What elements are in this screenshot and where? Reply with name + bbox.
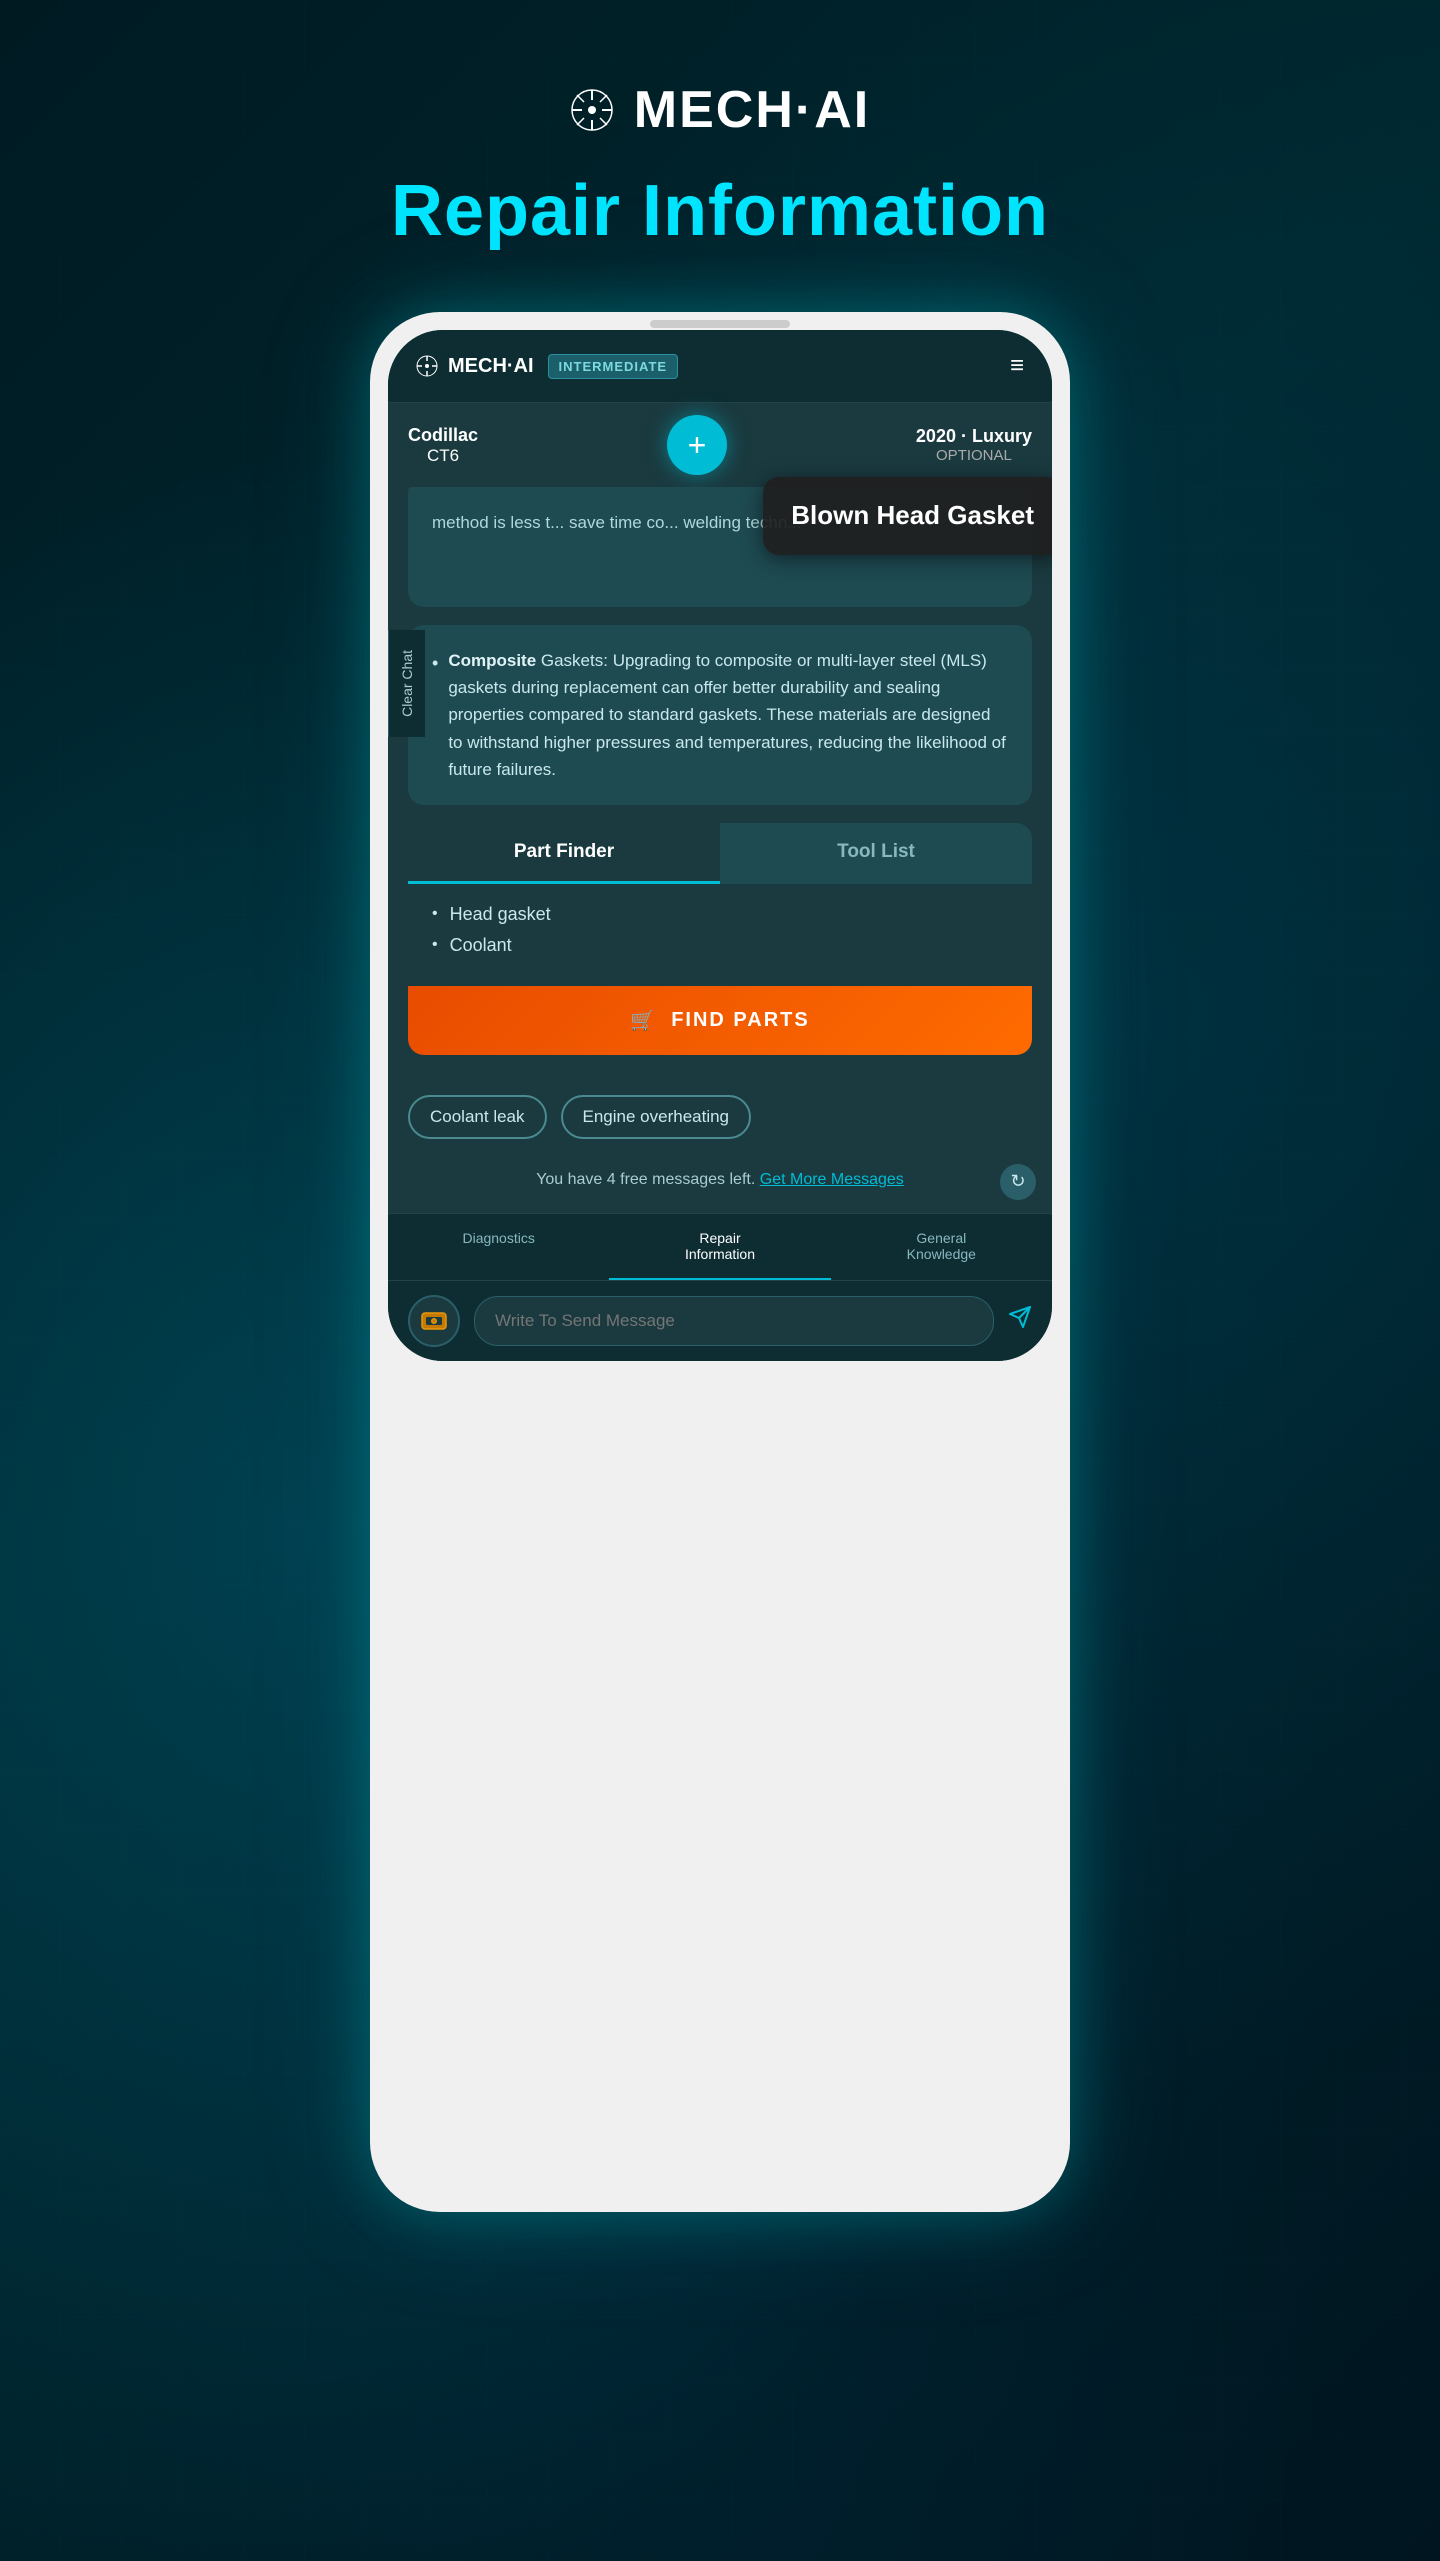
chat-content: method is less t... save time co... weld… (388, 487, 1052, 1095)
nav-repair-information[interactable]: Repair Information (609, 1214, 830, 1280)
part-bullet-1: • (432, 905, 438, 923)
tab-tool-list[interactable]: Tool List (720, 823, 1032, 884)
send-message-button[interactable] (1008, 1305, 1032, 1336)
gaskets-desc: Upgrading to composite or multi-layer st… (448, 651, 1006, 779)
part-name-1: Head gasket (450, 904, 551, 925)
find-parts-label: FIND PARTS (671, 1009, 810, 1032)
part-item-head-gasket: • Head gasket (432, 904, 1008, 925)
suggestion-chips: Coolant leak Engine overheating (388, 1095, 1052, 1155)
send-icon (1008, 1305, 1032, 1329)
logo-icon (570, 88, 614, 132)
nav-diagnostics[interactable]: Diagnostics (388, 1214, 609, 1280)
composite-gaskets-bubble: • Composite Gaskets: Upgrading to compos… (408, 625, 1032, 805)
get-more-messages-link[interactable]: Get More Messages (760, 1171, 904, 1188)
nav-general-label: General Knowledge (839, 1230, 1044, 1262)
composite-gaskets-item: • Composite Gaskets: Upgrading to compos… (432, 647, 1008, 783)
composite-bold: Composite (448, 651, 536, 670)
hamburger-menu-icon[interactable]: ≡ (1010, 352, 1024, 380)
free-messages-row: You have 4 free messages left. Get More … (388, 1155, 1052, 1213)
logo-area: MECH·AI (570, 80, 870, 140)
parts-list: • Head gasket • Coolant (408, 884, 1032, 986)
bullet-point: • (432, 649, 438, 678)
app-header-logo: MECH·AI (416, 355, 534, 378)
obd-icon (418, 1305, 450, 1337)
header-logo-text: MECH·AI (448, 355, 534, 378)
header-left: MECH·AI INTERMEDIATE (416, 354, 678, 379)
obd-icon-wrapper (408, 1295, 460, 1347)
chat-message-bubble: method is less t... save time co... weld… (408, 487, 1032, 607)
vehicle-package: OPTIONAL (936, 447, 1012, 464)
chip-coolant-leak[interactable]: Coolant leak (408, 1095, 547, 1139)
gaskets-colon: Gaskets: (536, 651, 608, 670)
part-finder-section: Part Finder Tool List • Head gasket • Co… (408, 823, 1032, 1055)
skill-badge: INTERMEDIATE (548, 354, 679, 379)
part-bullet-2: • (432, 936, 438, 954)
vehicle-make-model: Codillac (408, 425, 478, 446)
app-header: MECH·AI INTERMEDIATE ≡ (388, 330, 1052, 403)
composite-gaskets-text: Composite Gaskets: Upgrading to composit… (448, 647, 1008, 783)
free-messages-count: You have 4 free messages left. (536, 1171, 755, 1188)
page-title: Repair Information (391, 170, 1049, 252)
message-input-field[interactable] (474, 1296, 994, 1346)
tab-part-finder[interactable]: Part Finder (408, 823, 720, 884)
vehicle-selector: Codillac CT6 + 2020 · Luxury OPTIONAL (388, 403, 1052, 487)
part-item-coolant: • Coolant (432, 935, 1008, 956)
phone-notch (650, 320, 790, 328)
clear-chat-tab[interactable]: Clear Chat (388, 630, 425, 737)
free-messages-text: You have 4 free messages left. Get More … (516, 1163, 924, 1201)
add-vehicle-button[interactable]: + (667, 415, 727, 475)
message-input-area (388, 1280, 1052, 1361)
bottom-navigation: Diagnostics Repair Information General K… (388, 1213, 1052, 1280)
nav-diagnostics-label: Diagnostics (396, 1230, 601, 1246)
header-logo-icon (416, 355, 438, 377)
app-logo-text: MECH·AI (634, 80, 870, 140)
phone-frame: MECH·AI INTERMEDIATE ≡ Codillac CT6 + 20… (370, 312, 1070, 2212)
part-finder-tabs: Part Finder Tool List (408, 823, 1032, 884)
vehicle-year-grade: 2020 · Luxury (916, 426, 1032, 447)
vehicle-left-info[interactable]: Codillac CT6 (408, 425, 478, 466)
find-parts-button[interactable]: 🛒 FIND PARTS (408, 986, 1032, 1055)
vehicle-trim: CT6 (427, 446, 459, 466)
blown-head-gasket-tooltip: Blown Head Gasket (763, 477, 1052, 555)
chip-engine-overheating[interactable]: Engine overheating (561, 1095, 752, 1139)
part-name-2: Coolant (450, 935, 512, 956)
phone-screen: MECH·AI INTERMEDIATE ≡ Codillac CT6 + 20… (388, 330, 1052, 1361)
vehicle-right-info[interactable]: 2020 · Luxury OPTIONAL (916, 426, 1032, 464)
nav-repair-label: Repair Information (617, 1230, 822, 1262)
nav-general-knowledge[interactable]: General Knowledge (831, 1214, 1052, 1280)
cart-icon: 🛒 (630, 1008, 657, 1033)
refresh-button[interactable]: ↻ (1000, 1164, 1036, 1200)
